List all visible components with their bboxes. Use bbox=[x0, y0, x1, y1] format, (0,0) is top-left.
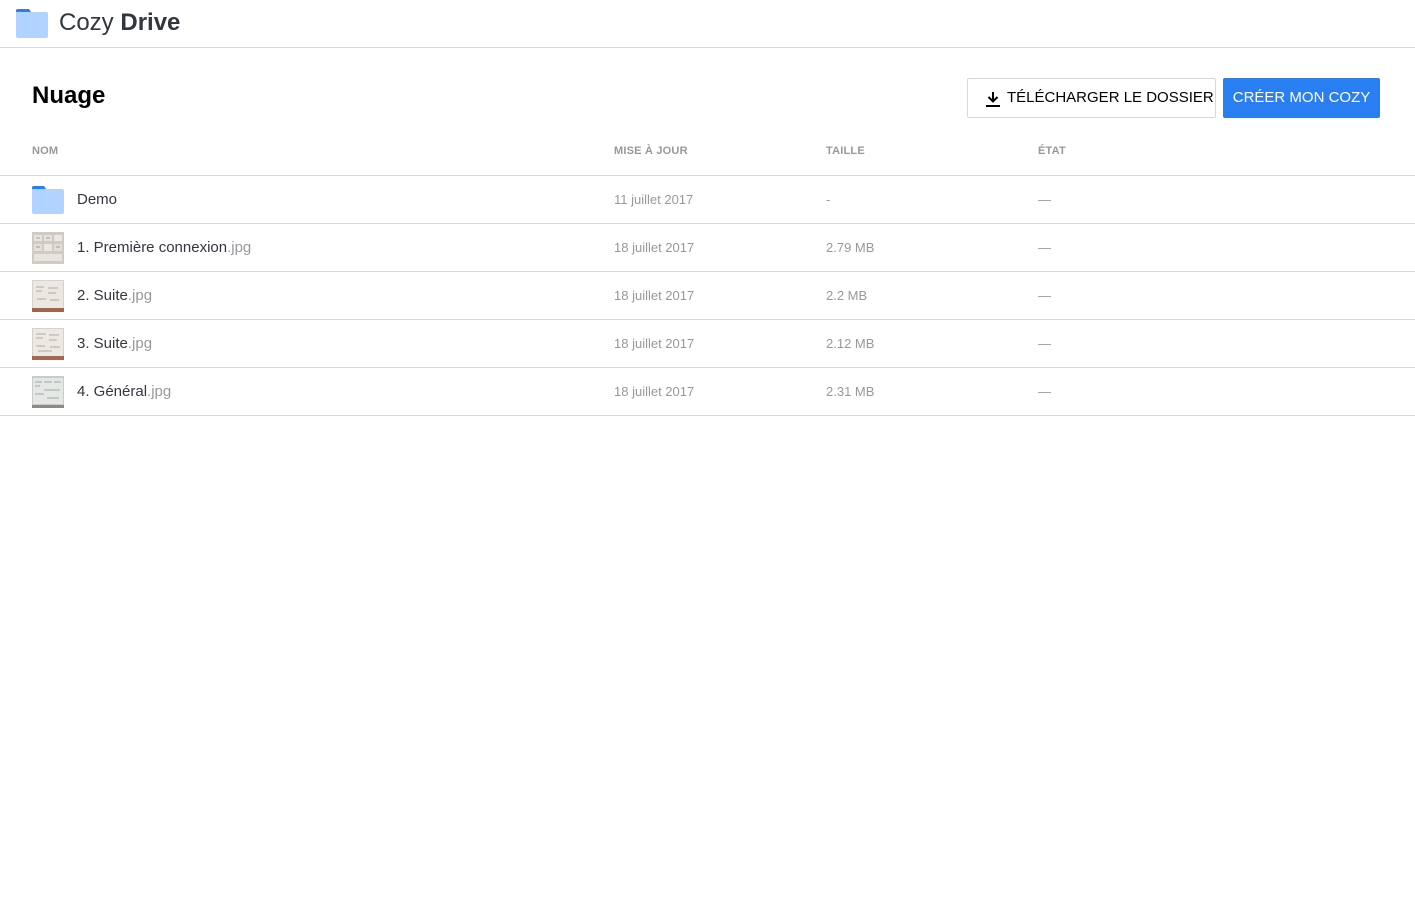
file-state: — bbox=[1038, 336, 1051, 351]
file-name[interactable]: Demo bbox=[77, 190, 117, 210]
app-title-light: Cozy bbox=[59, 9, 114, 36]
file-updated-date: 18 juillet 2017 bbox=[614, 288, 695, 303]
table-row[interactable]: 1. Première connexion.jpg 18 juillet 201… bbox=[0, 224, 1415, 272]
app-title-bold: Drive bbox=[120, 9, 181, 36]
download-folder-label: Télécharger le dossier bbox=[1007, 89, 1214, 106]
column-header-state: État bbox=[1038, 145, 1066, 157]
folder-icon bbox=[32, 186, 64, 214]
file-state: — bbox=[1038, 192, 1051, 207]
file-name-base: 1. Première connexion bbox=[77, 239, 228, 256]
image-thumbnail bbox=[32, 376, 64, 408]
folder-icon[interactable] bbox=[16, 9, 48, 38]
page-title: Nuage bbox=[32, 82, 106, 109]
file-extension: .jpg bbox=[127, 335, 153, 352]
file-state: — bbox=[1038, 384, 1051, 399]
file-name-base: 4. Général bbox=[77, 383, 148, 400]
file-table-header: Nom Mise à jour Taille État bbox=[0, 128, 1415, 176]
file-size: 2.2 MB bbox=[826, 288, 868, 303]
file-size: - bbox=[826, 192, 831, 207]
create-cozy-button[interactable]: Créer mon Cozy bbox=[1223, 78, 1380, 118]
image-thumbnail bbox=[32, 328, 64, 360]
file-extension: .jpg bbox=[147, 383, 172, 400]
file-name-base: 2. Suite bbox=[77, 287, 128, 304]
file-extension: .jpg bbox=[227, 239, 252, 256]
file-name[interactable]: 2. Suite.jpg bbox=[77, 286, 152, 306]
file-name[interactable]: 4. Général.jpg bbox=[77, 382, 171, 402]
file-state: — bbox=[1038, 240, 1051, 255]
table-row[interactable]: 4. Général.jpg 18 juillet 2017 2.31 MB — bbox=[0, 368, 1415, 416]
file-extension: .jpg bbox=[127, 287, 153, 304]
file-updated-date: 18 juillet 2017 bbox=[614, 384, 695, 399]
file-name[interactable]: 3. Suite.jpg bbox=[77, 334, 152, 354]
column-header-updated[interactable]: Mise à jour bbox=[614, 144, 688, 158]
file-updated-date: 11 juillet 2017 bbox=[614, 192, 694, 207]
column-header-name[interactable]: Nom bbox=[32, 144, 58, 158]
image-thumbnail bbox=[32, 280, 64, 312]
file-name-base: Demo bbox=[77, 191, 118, 208]
table-row[interactable]: 3. Suite.jpg 18 juillet 2017 2.12 MB — bbox=[0, 320, 1415, 368]
table-row[interactable]: Demo 11 juillet 2017 - — bbox=[0, 176, 1415, 224]
file-size: 2.79 MB bbox=[826, 240, 875, 255]
file-state: — bbox=[1038, 288, 1051, 303]
file-size: 2.31 MB bbox=[826, 384, 875, 399]
file-updated-date: 18 juillet 2017 bbox=[614, 336, 695, 351]
table-row[interactable]: 2. Suite.jpg 18 juillet 2017 2.2 MB — bbox=[0, 272, 1415, 320]
top-bar: Cozy Drive bbox=[0, 0, 1415, 48]
file-name[interactable]: 1. Première connexion.jpg bbox=[77, 238, 251, 258]
file-size: 2.12 MB bbox=[826, 336, 875, 351]
column-header-size[interactable]: Taille bbox=[826, 144, 865, 158]
file-name-base: 3. Suite bbox=[77, 335, 128, 352]
download-icon bbox=[986, 92, 1000, 107]
file-updated-date: 18 juillet 2017 bbox=[614, 240, 695, 255]
download-folder-button[interactable]: Télécharger le dossier bbox=[967, 78, 1216, 118]
image-thumbnail bbox=[32, 232, 64, 264]
app-title[interactable]: Cozy Drive bbox=[59, 8, 180, 38]
